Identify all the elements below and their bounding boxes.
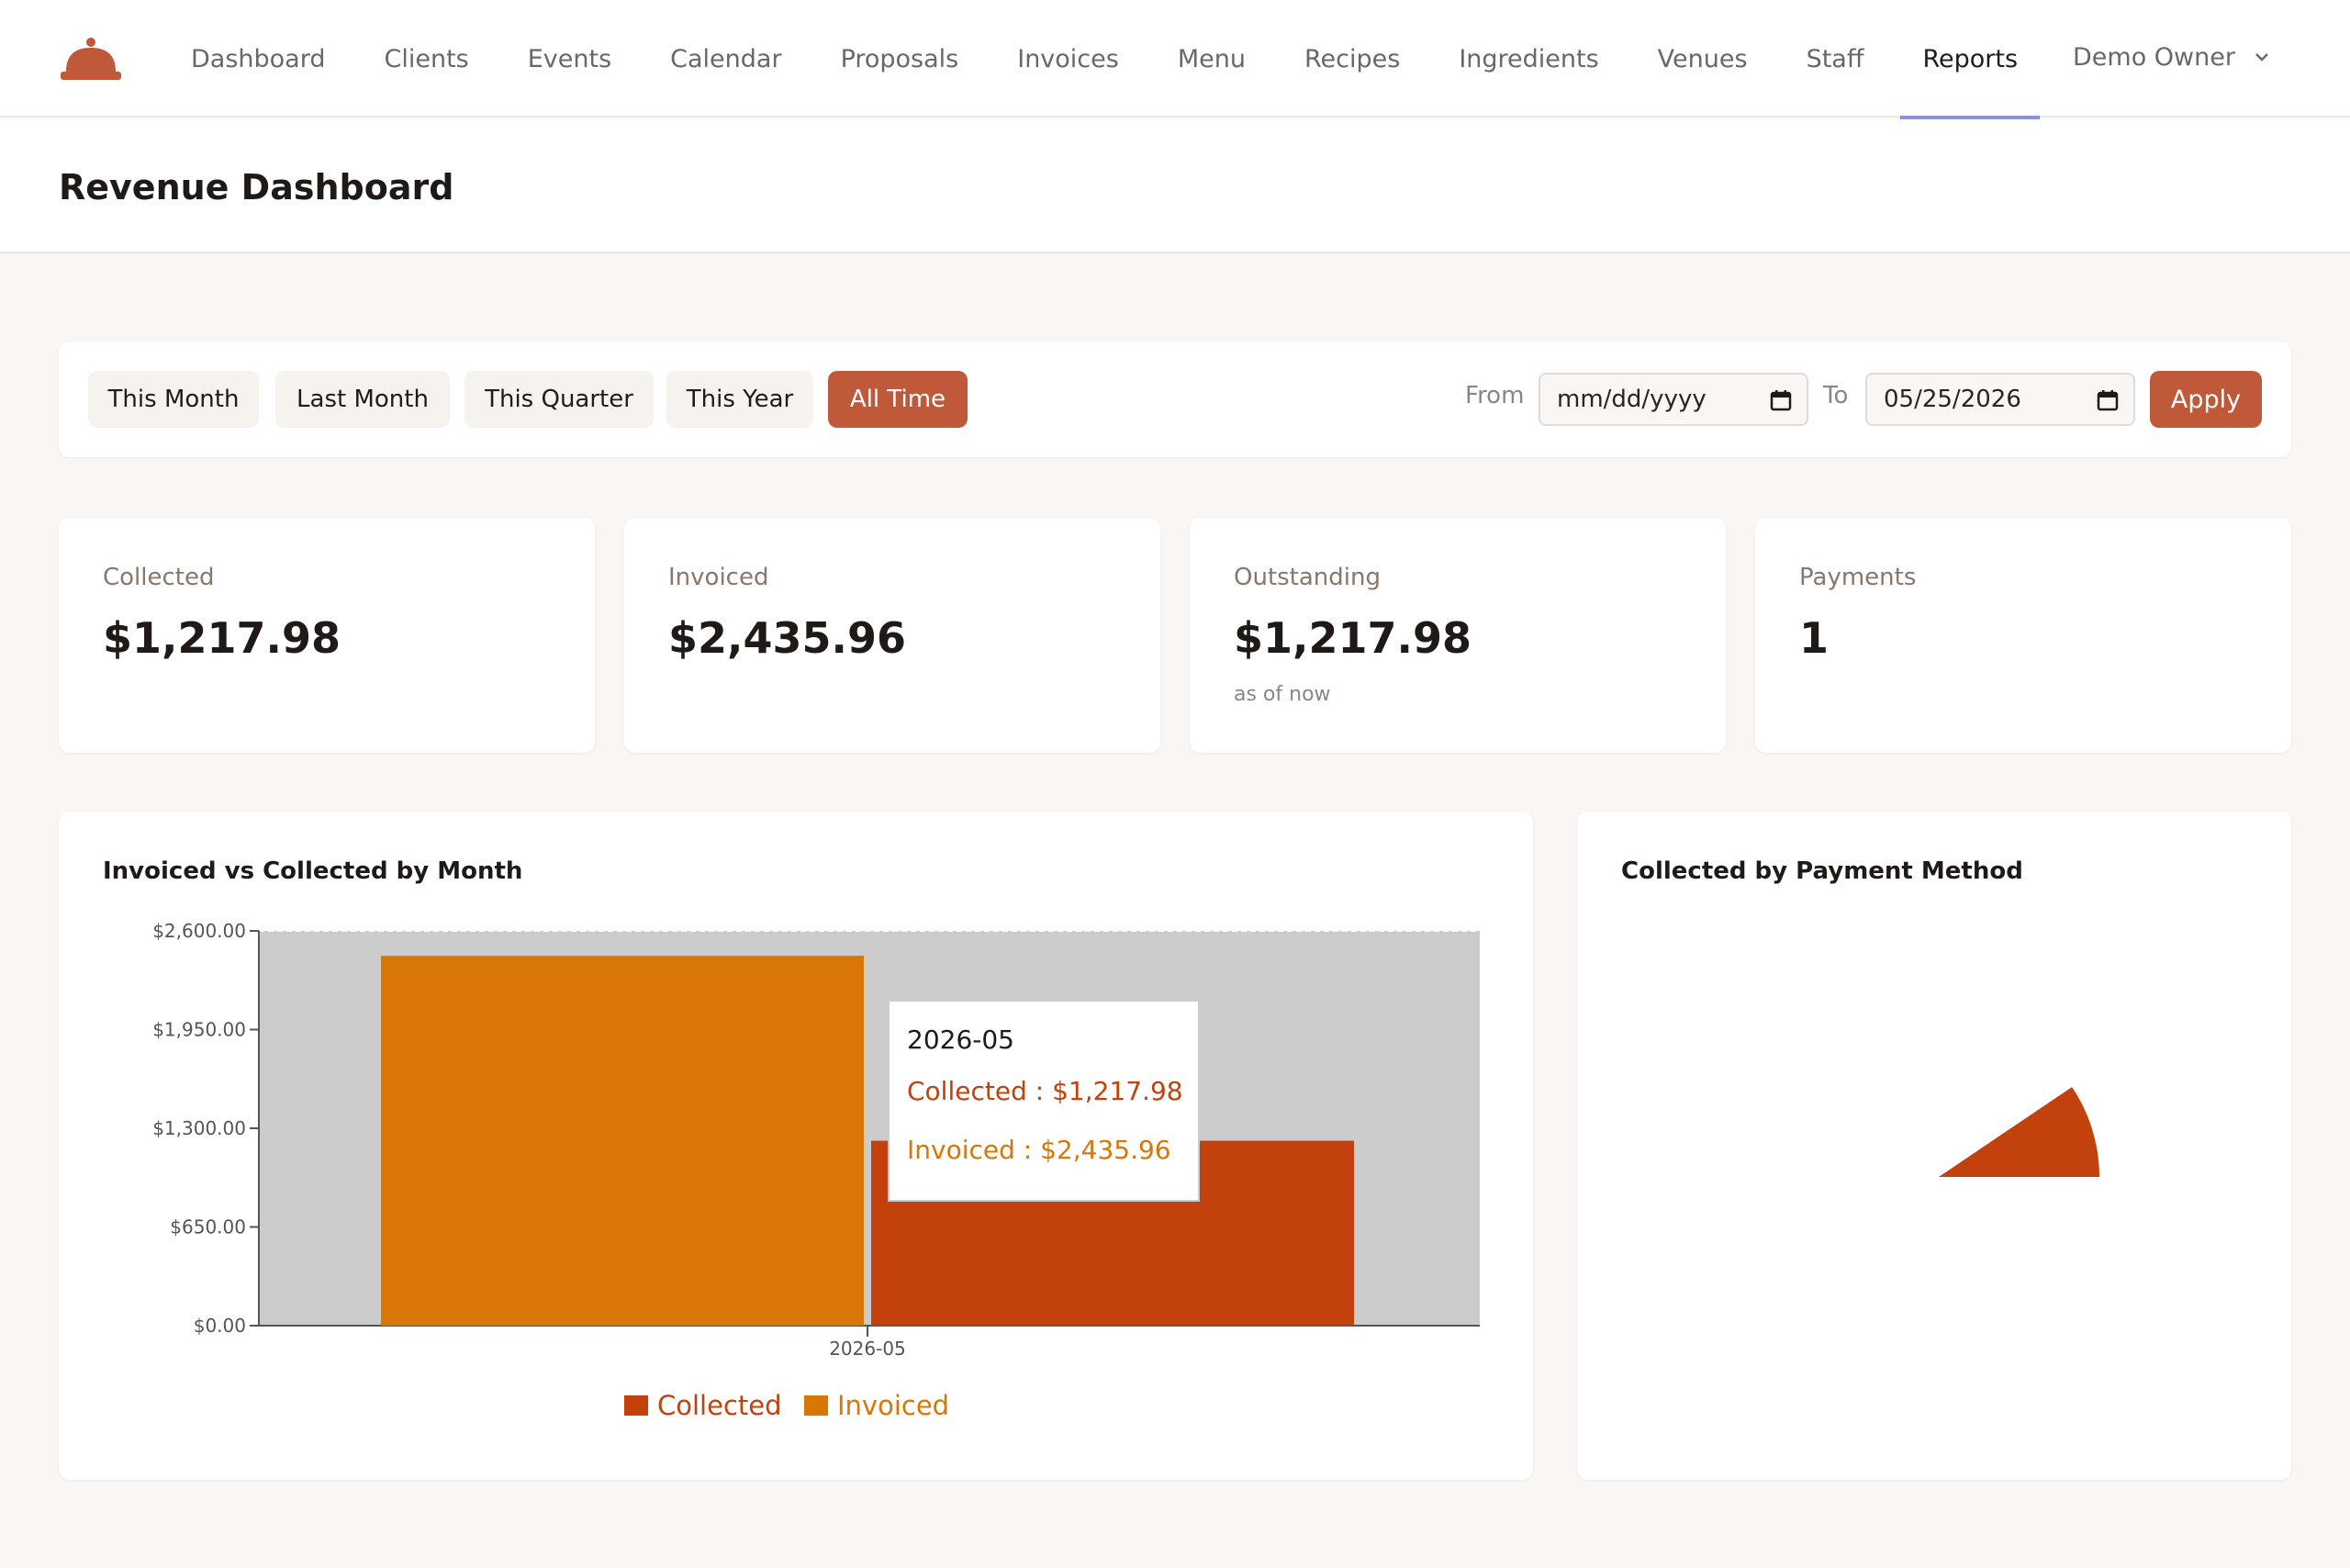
chevron-down-icon <box>2255 53 2268 62</box>
payment-method-chart-card: Collected by Payment Method <box>1577 812 2291 1480</box>
nav-item-proposals[interactable]: Proposals <box>811 0 989 118</box>
legend-swatch-invoiced <box>804 1395 828 1416</box>
page-title: Revenue Dashboard <box>59 167 454 207</box>
to-label: To <box>1823 382 1849 409</box>
stat-label: Invoiced <box>668 564 769 591</box>
stat-value: 1 <box>1799 613 1830 663</box>
nav-item-invoices[interactable]: Invoices <box>988 0 1148 118</box>
y-tick-label: $0.00 <box>194 1315 246 1337</box>
date-range-card: This Month Last Month This Quarter This … <box>59 342 2291 457</box>
tooltip-collected: Collected : $1,217.98 <box>907 1076 1183 1106</box>
monthly-chart-card: Invoiced vs Collected by Month $0.00 $650… <box>59 812 1533 1480</box>
stat-value: $1,217.98 <box>1234 613 1472 663</box>
range-all-time-button[interactable]: All Time <box>828 371 968 428</box>
stat-card-collected: Collected $1,217.98 <box>59 518 595 753</box>
nav-item-events[interactable]: Events <box>498 0 641 118</box>
nav-item-dashboard[interactable]: Dashboard <box>162 0 354 118</box>
user-menu[interactable]: Demo Owner <box>2073 37 2270 77</box>
calendar-icon[interactable] <box>2097 389 2119 411</box>
stat-card-outstanding: Outstanding $1,217.98 as of now <box>1190 518 1726 753</box>
y-tick-label: $1,950.00 <box>152 1019 246 1041</box>
range-this-year-button[interactable]: This Year <box>666 371 813 428</box>
nav-item-staff[interactable]: Staff <box>1777 0 1894 118</box>
from-date-value: mm/dd/yyyy <box>1557 386 1707 413</box>
x-tick-label: 2026-05 <box>829 1338 906 1360</box>
from-date-input[interactable]: mm/dd/yyyy <box>1539 373 1808 426</box>
y-tick-label: $2,600.00 <box>152 920 246 942</box>
range-last-month-button[interactable]: Last Month <box>275 371 450 428</box>
user-name: Demo Owner <box>2073 42 2235 72</box>
nav-item-recipes[interactable]: Recipes <box>1275 0 1429 118</box>
to-date-input[interactable]: 05/25/2026 <box>1865 373 2135 426</box>
monthly-bar-chart: $0.00 $650.00 $1,300.00 $1,950.00 $2,600.00 2… <box>152 920 1480 1421</box>
nav-item-reports[interactable]: Reports <box>1893 0 2047 119</box>
legend-swatch-collected <box>624 1395 648 1416</box>
y-tick-label: $1,300.00 <box>152 1117 246 1139</box>
stat-label: Outstanding <box>1234 564 1381 591</box>
bar-invoiced <box>381 956 864 1326</box>
nav-item-clients[interactable]: Clients <box>354 0 498 118</box>
payment-method-pie-chart <box>1939 1087 2099 1177</box>
range-this-quarter-button[interactable]: This Quarter <box>464 371 654 428</box>
tooltip-invoiced: Invoiced : $2,435.96 <box>907 1135 1171 1165</box>
stat-label: Collected <box>103 564 215 591</box>
stat-card-invoiced: Invoiced $2,435.96 <box>624 518 1160 753</box>
stat-card-payments: Payments 1 <box>1755 518 2291 753</box>
from-label: From <box>1465 382 1525 409</box>
stat-value: $2,435.96 <box>668 613 906 663</box>
nav-links: Dashboard Clients Events Calendar Proposals I… <box>162 0 2047 119</box>
y-tick-label: $650.00 <box>170 1216 246 1238</box>
apply-button[interactable]: Apply <box>2150 371 2262 428</box>
stat-note: as of now <box>1234 683 1331 706</box>
to-date-value: 05/25/2026 <box>1884 386 2021 413</box>
tooltip-title: 2026-05 <box>907 1025 1014 1055</box>
stat-value: $1,217.98 <box>103 613 341 663</box>
legend-label-invoiced: Invoiced <box>837 1390 949 1421</box>
cloche-icon[interactable] <box>61 37 121 83</box>
legend-label-collected: Collected <box>657 1390 782 1421</box>
pie-slice[interactable] <box>1939 1087 2099 1177</box>
nav-item-ingredients[interactable]: Ingredients <box>1429 0 1628 118</box>
range-this-month-button[interactable]: This Month <box>88 371 259 428</box>
nav-item-menu[interactable]: Menu <box>1148 0 1275 118</box>
stat-label: Payments <box>1799 564 1917 591</box>
top-nav: Dashboard Clients Events Calendar Proposals I… <box>0 0 2350 119</box>
calendar-icon[interactable] <box>1770 389 1792 411</box>
page-header: Revenue Dashboard <box>0 119 2350 253</box>
nav-item-venues[interactable]: Venues <box>1628 0 1777 118</box>
nav-item-calendar[interactable]: Calendar <box>641 0 811 118</box>
chart-tooltip: 2026-05 Collected : $1,217.98 Invoiced : $… <box>888 1000 1200 1202</box>
